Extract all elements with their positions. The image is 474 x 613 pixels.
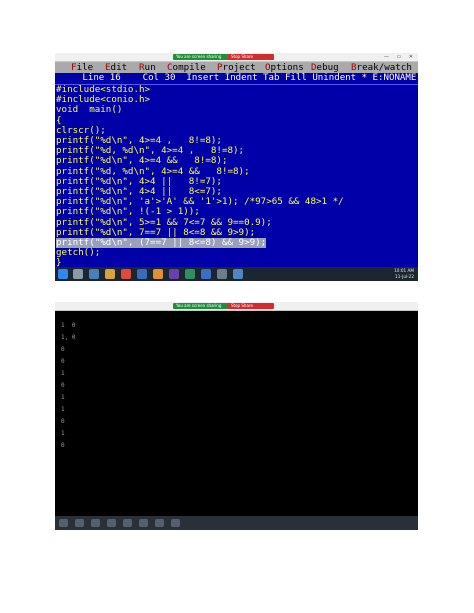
output-line: 1, 0	[61, 334, 76, 341]
screen-share-bar: You are screen sharing Stop Share — ▭ ✕	[55, 53, 418, 62]
turbo-c-editor-screenshot: You are screen sharing Stop Share — ▭ ✕ …	[55, 53, 418, 281]
code-line-row: {	[56, 115, 417, 126]
menu-options[interactable]: Options	[265, 62, 304, 73]
menu-label-rest: ptions	[270, 62, 304, 73]
app-icon[interactable]	[169, 269, 179, 279]
menu-debug[interactable]: Debug	[311, 62, 339, 73]
clock-date: 11-Jul-22	[395, 273, 414, 279]
stop-share-button[interactable]: Stop Share	[228, 54, 274, 60]
windows-taskbar: 10:01 AM 11-Jul-22	[55, 267, 418, 281]
zoom-icon[interactable]	[201, 269, 211, 279]
start-icon-2[interactable]	[59, 519, 68, 527]
code-line-row: getch();	[56, 248, 417, 258]
menu-file[interactable]: File	[71, 62, 93, 73]
menu-run[interactable]: Run	[139, 62, 156, 73]
code-line-row: void main()	[56, 105, 417, 115]
clock-time: 10:01 AM	[394, 268, 414, 273]
code-line-row: printf("%d\n", (7==7 || 8<=8) && 9>9);	[56, 237, 417, 249]
taskbar-clock[interactable]: 10:01 AM 11-Jul-22	[394, 268, 414, 279]
search-icon[interactable]	[73, 269, 83, 279]
folder-icon-2[interactable]	[107, 519, 116, 527]
code-line: void main()	[56, 104, 123, 116]
chrome-icon-2[interactable]	[123, 519, 132, 527]
menu-break-watch[interactable]: Break/watch	[351, 62, 412, 73]
powerpoint-icon-2[interactable]	[155, 519, 164, 527]
dosbox-icon[interactable]	[233, 269, 243, 279]
menu-label-rest: ile	[76, 62, 94, 73]
menu-label-rest: ebug	[316, 62, 339, 73]
menu-label-rest: un	[144, 62, 156, 73]
menu-compile[interactable]: Compile	[167, 62, 206, 73]
ide-menu-bar: File Edit Run Compile Project Options Debug Bre…	[55, 62, 418, 73]
program-output-screenshot: You are screen sharing Stop Share 1 0 1, …	[55, 302, 418, 530]
folder-icon[interactable]	[105, 269, 115, 279]
screen-sharing-indicator: You are screen sharing	[173, 54, 233, 60]
start-icon[interactable]	[58, 269, 68, 279]
output-line: 1 0	[61, 322, 76, 329]
excel-icon[interactable]	[185, 269, 195, 279]
code-line: getch();	[56, 247, 101, 259]
menu-label-rest: reak/watch	[356, 62, 412, 73]
word-icon-2[interactable]	[139, 519, 148, 527]
menu-label-rest: dit	[110, 62, 128, 73]
menu-label-rest: roject	[222, 62, 256, 73]
chrome-icon[interactable]	[121, 269, 131, 279]
windows-taskbar-2	[55, 516, 418, 530]
word-icon[interactable]	[137, 269, 147, 279]
window-control-icons[interactable]: — ▭ ✕	[384, 53, 416, 61]
menu-edit[interactable]: Edit	[105, 62, 127, 73]
file-explorer-icon[interactable]	[89, 269, 99, 279]
output-line: 0	[61, 442, 65, 449]
search-icon-2[interactable]	[75, 519, 84, 527]
app-icon-2[interactable]	[171, 519, 180, 527]
menu-project[interactable]: Project	[217, 62, 256, 73]
code-editor[interactable]: #include<stdio.h> #include<conio.h> void m…	[56, 84, 417, 268]
powerpoint-icon[interactable]	[153, 269, 163, 279]
screen-share-bar-2: You are screen sharing Stop Share	[55, 302, 418, 311]
file-explorer-icon-2[interactable]	[91, 519, 100, 527]
stop-share-button-2[interactable]: Stop Share	[228, 303, 274, 309]
notepad-icon[interactable]	[217, 269, 227, 279]
screen-sharing-indicator-2: You are screen sharing	[173, 303, 233, 309]
menu-label-rest: ompile	[172, 62, 206, 73]
program-output: 1 0 1, 0001011010	[61, 320, 76, 449]
